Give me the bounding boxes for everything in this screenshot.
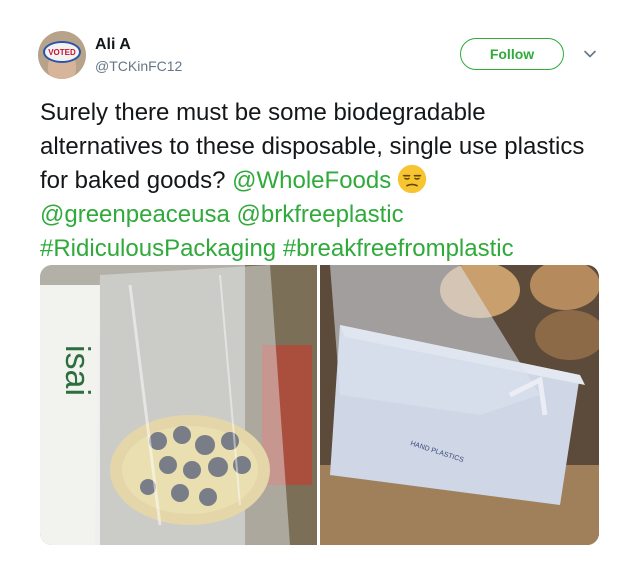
avatar[interactable]: VOTED <box>38 31 86 79</box>
chevron-down-icon[interactable] <box>582 46 598 62</box>
media-grid: isai HAND PLASTICS <box>40 265 599 545</box>
hashtag-breakfreefromplastic[interactable]: #breakfreefromplastic <box>283 235 514 262</box>
photo-left[interactable]: isai <box>40 265 317 545</box>
media-svg: isai HAND PLASTICS <box>40 265 599 545</box>
photo-right[interactable]: HAND PLASTICS <box>320 265 599 545</box>
photo-left-label: isai <box>58 345 96 396</box>
tweet-text: Surely there must be some biodegradable … <box>40 96 600 266</box>
voted-badge: VOTED <box>43 41 81 63</box>
user-name[interactable]: Ali A <box>95 36 131 54</box>
unamused-face-emoji <box>398 164 427 194</box>
follow-button[interactable]: Follow <box>460 38 564 70</box>
hashtag-ridiculouspackaging[interactable]: #RidiculousPackaging <box>40 235 276 262</box>
mention-wholefoods[interactable]: @WholeFoods <box>232 167 391 194</box>
mention-greenpeaceusa[interactable]: @greenpeaceusa <box>40 201 230 228</box>
user-handle[interactable]: @TCKinFC12 <box>95 58 182 74</box>
mention-brkfreeplastic[interactable]: @brkfreeplastic <box>237 201 404 228</box>
